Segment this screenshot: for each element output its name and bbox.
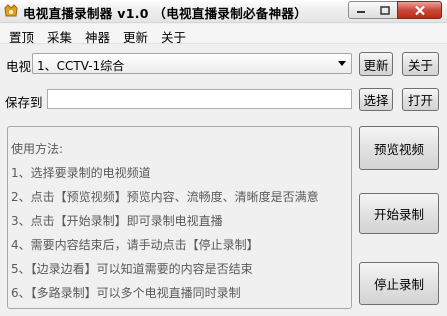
instruction-step: 4、需要内容结束后，请手动点击【停止录制】: [11, 238, 259, 252]
channel-select[interactable]: 1、CCTV-1综合: [32, 53, 352, 74]
instruction-step: 5、【边录边看】可以知道需要的内容是否结束: [11, 262, 253, 276]
minimize-icon: [357, 11, 365, 13]
close-icon: [414, 5, 425, 15]
menu-about[interactable]: 关于: [161, 27, 186, 46]
app-icon: [3, 3, 19, 19]
update-button[interactable]: 更新: [359, 52, 393, 76]
instruction-step: 1、选择要录制的电视频道: [11, 166, 151, 180]
instruction-step: 2、点击【预览视频】预览内容、流畅度、清晰度是否满意: [11, 190, 319, 204]
about-button[interactable]: 关于: [402, 52, 439, 76]
instruction-step: 3、点击【开始录制】即可录制电视直播: [11, 214, 223, 228]
menu-bar: 置顶 采集 神器 更新 关于: [0, 24, 447, 46]
instructions-heading: 使用方法:: [11, 142, 64, 156]
window-title: 电视直播录制器 v1.0 （电视直播录制必备神器）: [23, 6, 307, 21]
instruction-step: 6、【多路录制】可以多个电视直播同时录制: [11, 286, 241, 300]
save-path-label: 保存到: [5, 95, 43, 110]
menu-tools[interactable]: 神器: [85, 27, 110, 46]
open-folder-button[interactable]: 打开: [402, 88, 439, 111]
menu-capture[interactable]: 采集: [47, 27, 72, 46]
save-path-field[interactable]: [47, 89, 352, 109]
menu-update[interactable]: 更新: [123, 27, 148, 46]
maximize-icon: [380, 5, 390, 15]
channel-label: 电视: [6, 59, 32, 74]
title-bar: 电视直播录制器 v1.0 （电视直播录制必备神器）: [0, 0, 447, 23]
maximize-button[interactable]: [373, 1, 398, 19]
close-button[interactable]: [397, 1, 442, 19]
start-recording-button[interactable]: 开始录制: [359, 193, 439, 234]
browse-button[interactable]: 选择: [359, 88, 393, 111]
minimize-button[interactable]: [348, 1, 374, 19]
stop-recording-button[interactable]: 停止录制: [359, 262, 439, 305]
preview-video-button[interactable]: 预览视频: [359, 126, 439, 170]
menu-pin-top[interactable]: 置顶: [9, 27, 34, 46]
chevron-down-icon: [338, 61, 346, 66]
channel-selected-value: 1、CCTV-1综合: [37, 59, 125, 73]
